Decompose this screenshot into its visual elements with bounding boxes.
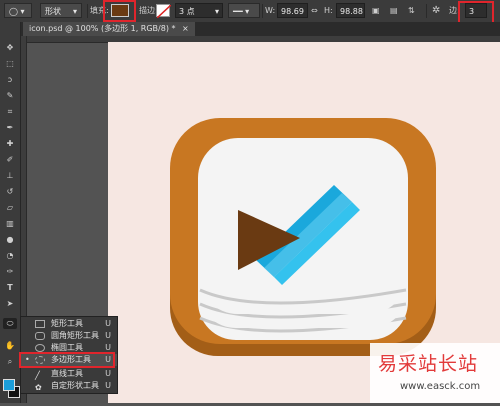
document-tab[interactable]: icon.psd @ 100% (多边形 1, RGB/8) * ×: [23, 22, 195, 36]
width-input[interactable]: 98.69: [277, 3, 308, 18]
link-icon[interactable]: ⇔: [311, 3, 318, 18]
flyout-item-rounded-rectangle[interactable]: 圆角矩形工具 U: [21, 330, 117, 342]
mode-select-value: 形状: [45, 7, 61, 16]
quick-select-icon[interactable]: ✎: [3, 90, 17, 101]
path-align-icon[interactable]: ▤: [390, 3, 398, 18]
rounded-rectangle-icon: [35, 332, 45, 340]
healing-icon[interactable]: ✚: [3, 138, 17, 149]
path-operations-icon[interactable]: ▣: [372, 3, 380, 18]
move-icon[interactable]: ✥: [3, 42, 17, 53]
blur-icon[interactable]: ●: [3, 234, 17, 245]
line-icon: ╱: [35, 371, 40, 380]
width-label: W:: [265, 6, 276, 15]
flyout-item-line[interactable]: ╱ 直线工具 U: [21, 368, 117, 380]
flyout-item-label: 直线工具: [51, 369, 83, 378]
tool-preset-picker[interactable]: ◯ ▾: [4, 3, 32, 18]
flyout-item-shortcut: U: [105, 381, 111, 390]
chevron-down-icon: ▾: [214, 7, 219, 16]
shape-tools-flyout: 矩形工具 U 圆角矩形工具 U 椭圆工具 U • 多边形工具 U ╱ 直线工具 …: [19, 316, 118, 394]
lasso-icon[interactable]: ↄ: [3, 74, 17, 85]
flyout-item-rectangle[interactable]: 矩形工具 U: [21, 318, 117, 330]
stamp-icon[interactable]: ⊥: [3, 170, 17, 181]
rectangle-icon: [35, 320, 45, 328]
flyout-item-label: 自定形状工具: [51, 381, 99, 390]
document-tab-bar: icon.psd @ 100% (多边形 1, RGB/8) * ×: [20, 22, 500, 36]
options-bar: ◯ ▾ 形状 ▾ 填充: 描边: 3 点 ▾ ━━ ▾ W: 98.69 ⇔ H…: [0, 0, 500, 35]
stroke-width-input[interactable]: 3 点 ▾: [175, 3, 223, 18]
gear-icon[interactable]: ✲: [432, 3, 440, 18]
foreground-color-swatch[interactable]: [3, 379, 15, 391]
divider: [426, 4, 427, 18]
flyout-item-shortcut: U: [105, 369, 111, 378]
ellipse-shape-icon: ◯ ▾: [9, 7, 25, 16]
divider: [87, 4, 88, 18]
document-tab-title: icon.psd @ 100% (多边形 1, RGB/8) *: [29, 24, 176, 33]
mode-select[interactable]: 形状 ▾: [40, 3, 82, 18]
gradient-icon[interactable]: ▥: [3, 218, 17, 229]
type-icon[interactable]: T: [3, 282, 17, 293]
stroke-width-value: 3 点: [179, 7, 195, 16]
flyout-item-label: 矩形工具: [51, 319, 83, 328]
custom-shape-icon: ✿: [35, 383, 42, 392]
no-stroke-icon: [157, 5, 171, 18]
marquee-icon[interactable]: ⬚: [3, 58, 17, 69]
width-value: 98.69: [281, 7, 304, 16]
polygon-highlight-box: [19, 352, 115, 368]
shape-icon[interactable]: ⬭: [3, 318, 17, 329]
watermark-title: 易采站长站: [378, 353, 479, 375]
eyedropper-icon[interactable]: ✒: [3, 122, 17, 133]
path-arrange-icon[interactable]: ⇅: [408, 3, 415, 18]
hand-icon[interactable]: ✋: [3, 340, 17, 351]
line-style-icon: ━━ ▾: [233, 7, 250, 16]
close-icon[interactable]: ×: [182, 24, 189, 33]
dodge-icon[interactable]: ◔: [3, 250, 17, 261]
watermark-url: www.easck.com: [400, 381, 481, 392]
flyout-item-custom-shape[interactable]: ✿ 自定形状工具 U: [21, 380, 117, 392]
zoom-icon[interactable]: ⌕: [3, 356, 17, 367]
divider: [262, 4, 263, 18]
pen-icon[interactable]: ✑: [3, 266, 17, 277]
fill-highlight-box: [103, 0, 136, 22]
flyout-item-shortcut: U: [105, 331, 111, 340]
stroke-type-select[interactable]: ━━ ▾: [228, 3, 260, 18]
path-select-icon[interactable]: ➤: [3, 298, 17, 309]
flyout-item-label: 圆角矩形工具: [51, 331, 99, 340]
height-input[interactable]: 98.88: [336, 3, 365, 18]
flyout-item-shortcut: U: [105, 319, 111, 328]
crop-icon[interactable]: ⌗: [3, 106, 17, 117]
eraser-icon[interactable]: ▱: [3, 202, 17, 213]
chevron-down-icon: ▾: [72, 7, 77, 16]
ellipse-icon: [35, 344, 45, 352]
height-value: 98.88: [340, 7, 363, 16]
stroke-swatch[interactable]: [156, 4, 171, 18]
site-watermark: 易采站长站 www.easck.com: [370, 343, 500, 403]
stroke-label: 描边:: [139, 6, 158, 15]
height-label: H:: [324, 6, 333, 15]
brush-icon[interactable]: ✐: [3, 154, 17, 165]
tools-panel: ✥ ⬚ ↄ ✎ ⌗ ✒ ✚ ✐ ⊥ ↺ ▱ ▥ ● ◔ ✑ T ➤ ⬭ ✋ ⌕: [0, 22, 21, 403]
history-brush-icon[interactable]: ↺: [3, 186, 17, 197]
